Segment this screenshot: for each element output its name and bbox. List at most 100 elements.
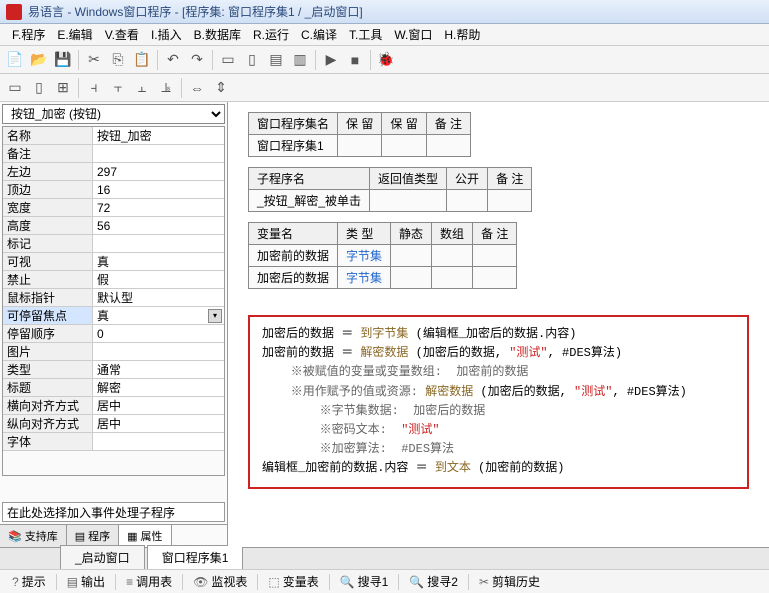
code-editor[interactable]: 窗口程序集名保 留保 留备 注 窗口程序集1 子程序名返回值类型公开备 注 _按… <box>228 102 769 547</box>
prop-value[interactable] <box>93 433 224 450</box>
prop-row[interactable]: 鼠标指针默认型 <box>3 289 224 307</box>
menu-window[interactable]: W.窗口 <box>390 24 436 45</box>
undo-icon[interactable]: ↶ <box>162 49 184 71</box>
prop-name: 图片 <box>3 343 93 360</box>
menu-insert[interactable]: I.插入 <box>147 24 186 45</box>
table-subproc: 子程序名返回值类型公开备 注 _按钮_解密_被单击 <box>248 167 532 212</box>
menu-file[interactable]: F.程序 <box>8 24 49 45</box>
prop-value[interactable]: 真▾ <box>93 307 224 324</box>
prop-value[interactable]: 0 <box>93 325 224 342</box>
tab-start-window[interactable]: _启动窗口 <box>60 545 145 569</box>
tab-property[interactable]: ▦属性 <box>119 525 171 547</box>
prop-name: 纵向对齐方式 <box>3 415 93 432</box>
prop-name: 可视 <box>3 253 93 270</box>
dist-v-icon[interactable]: ⇕ <box>210 77 232 99</box>
prop-row[interactable]: 横向对齐方式居中 <box>3 397 224 415</box>
stop-icon[interactable]: ■ <box>344 49 366 71</box>
prop-value[interactable]: 居中 <box>93 415 224 432</box>
sb-callstack[interactable]: ≡调用表 <box>120 571 178 592</box>
prop-name: 名称 <box>3 127 93 144</box>
menu-compile[interactable]: C.编译 <box>297 24 341 45</box>
prop-value[interactable]: 按钮_加密 <box>93 127 224 144</box>
dist-h-icon[interactable]: ⇔ <box>186 77 208 99</box>
prop-value[interactable]: 解密 <box>93 379 224 396</box>
win3-icon[interactable]: ▤ <box>265 49 287 71</box>
prop-row[interactable]: 类型通常 <box>3 361 224 379</box>
prop-row[interactable]: 可视真 <box>3 253 224 271</box>
tab-procset1[interactable]: 窗口程序集1 <box>147 545 244 569</box>
open-icon[interactable]: 📂 <box>28 49 50 71</box>
cut-icon[interactable]: ✂ <box>83 49 105 71</box>
align2-icon[interactable]: ▯ <box>28 77 50 99</box>
prop-row[interactable]: 左边297 <box>3 163 224 181</box>
prop-value[interactable]: 假 <box>93 271 224 288</box>
align-top-icon[interactable]: ⫠ <box>131 77 153 99</box>
prop-name: 备注 <box>3 145 93 162</box>
align-bottom-icon[interactable]: ⫡ <box>155 77 177 99</box>
code-highlight-box: 加密后的数据 ＝ 到字节集 (编辑框_加密后的数据.内容) 加密前的数据 ＝ 解… <box>248 315 749 489</box>
sb-watch[interactable]: 👁监视表 <box>187 571 253 592</box>
redo-icon[interactable]: ↷ <box>186 49 208 71</box>
prop-row[interactable]: 标记 <box>3 235 224 253</box>
prop-value[interactable] <box>93 145 224 162</box>
tab-support-lib[interactable]: 📚支持库 <box>0 525 67 547</box>
prop-row[interactable]: 顶边16 <box>3 181 224 199</box>
win1-icon[interactable]: ▭ <box>217 49 239 71</box>
copy-icon[interactable]: ⎘ <box>107 49 129 71</box>
tab-program[interactable]: ▤程序 <box>67 525 119 547</box>
win4-icon[interactable]: ▥ <box>289 49 311 71</box>
sb-search2[interactable]: 🔍搜寻2 <box>403 571 464 592</box>
prop-row[interactable]: 字体 <box>3 433 224 451</box>
menu-tools[interactable]: T.工具 <box>345 24 386 45</box>
run-icon[interactable]: ▶ <box>320 49 342 71</box>
menu-edit[interactable]: E.编辑 <box>53 24 96 45</box>
prop-value[interactable]: 297 <box>93 163 224 180</box>
events-combo[interactable]: 在此处选择加入事件处理子程序 <box>2 502 225 522</box>
paste-icon[interactable]: 📋 <box>131 49 153 71</box>
object-selector[interactable]: 按钮_加密 (按钮) <box>2 104 225 124</box>
menu-view[interactable]: V.查看 <box>101 24 143 45</box>
prop-value[interactable] <box>93 235 224 252</box>
editor-tabs: _启动窗口 窗口程序集1 <box>0 547 769 569</box>
prop-value[interactable]: 默认型 <box>93 289 224 306</box>
debug-icon[interactable]: 🐞 <box>375 49 397 71</box>
sb-clip[interactable]: ✂剪辑历史 <box>473 571 546 592</box>
sb-search1[interactable]: 🔍搜寻1 <box>334 571 395 592</box>
prop-row[interactable]: 名称按钮_加密 <box>3 127 224 145</box>
align-left-icon[interactable]: ⫞ <box>83 77 105 99</box>
prop-row[interactable]: 图片 <box>3 343 224 361</box>
app-icon <box>6 4 22 20</box>
prop-value[interactable]: 通常 <box>93 361 224 378</box>
property-grid[interactable]: 名称按钮_加密备注左边297顶边16宽度72高度56标记可视真禁止假鼠标指针默认… <box>2 126 225 476</box>
prop-row[interactable]: 停留顺序0 <box>3 325 224 343</box>
align3-icon[interactable]: ⊞ <box>52 77 74 99</box>
prop-row[interactable]: 禁止假 <box>3 271 224 289</box>
menu-help[interactable]: H.帮助 <box>440 24 484 45</box>
prop-row[interactable]: 高度56 <box>3 217 224 235</box>
prop-row[interactable]: 可停留焦点真▾ <box>3 307 224 325</box>
sb-output[interactable]: ▤输出 <box>61 571 111 592</box>
prop-value[interactable]: 居中 <box>93 397 224 414</box>
align1-icon[interactable]: ▭ <box>4 77 26 99</box>
sidebar-tabs: 📚支持库 ▤程序 ▦属性 <box>0 524 227 547</box>
prop-row[interactable]: 宽度72 <box>3 199 224 217</box>
win2-icon[interactable]: ▯ <box>241 49 263 71</box>
prop-value[interactable]: 72 <box>93 199 224 216</box>
prop-value[interactable]: 56 <box>93 217 224 234</box>
align-right-icon[interactable]: ⫟ <box>107 77 129 99</box>
menu-database[interactable]: B.数据库 <box>190 24 245 45</box>
prop-name: 高度 <box>3 217 93 234</box>
toolbar-align: ▭ ▯ ⊞ ⫞ ⫟ ⫠ ⫡ ⇔ ⇕ <box>0 74 769 102</box>
prop-value[interactable]: 16 <box>93 181 224 198</box>
dropdown-icon[interactable]: ▾ <box>208 309 222 323</box>
sb-vars[interactable]: ⬚变量表 <box>262 571 324 592</box>
sb-hint[interactable]: ?提示 <box>6 571 52 592</box>
prop-row[interactable]: 备注 <box>3 145 224 163</box>
prop-row[interactable]: 纵向对齐方式居中 <box>3 415 224 433</box>
menu-run[interactable]: R.运行 <box>249 24 293 45</box>
prop-value[interactable]: 真 <box>93 253 224 270</box>
prop-value[interactable] <box>93 343 224 360</box>
save-icon[interactable]: 💾 <box>52 49 74 71</box>
new-icon[interactable]: 📄 <box>4 49 26 71</box>
prop-row[interactable]: 标题解密 <box>3 379 224 397</box>
